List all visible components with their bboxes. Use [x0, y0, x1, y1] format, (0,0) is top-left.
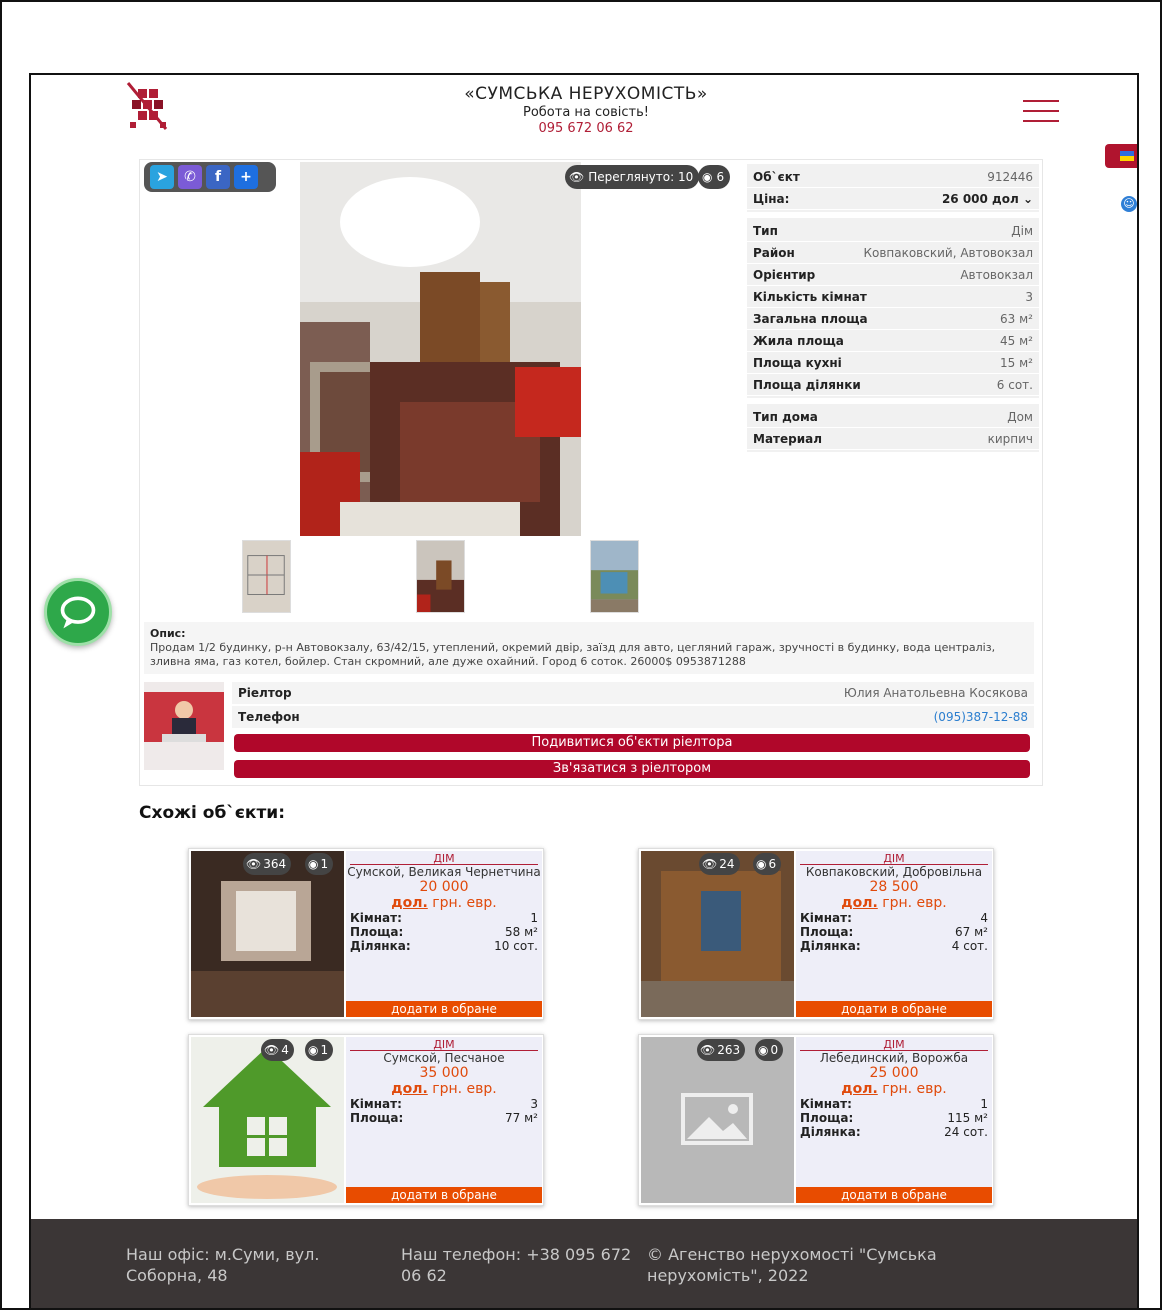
footer-office: Наш офіс: м.Суми, вул. Соборна, 48	[126, 1245, 320, 1285]
similar-info: ДІМ Лебединский, Ворожба 25 000 дол. грн…	[796, 1037, 992, 1203]
prop-row: Тип Дім	[747, 220, 1039, 242]
photos-counter: ◉ 6	[698, 165, 731, 189]
prop-row: Площа ділянки 6 сот.	[747, 374, 1039, 396]
property-table: Об`єкт 912446 Ціна: 26 000 дол ⌄ Тип Дім Ра…	[747, 164, 1039, 458]
prop-row: Об`єкт 912446	[747, 166, 1039, 188]
views-counter: 👁 263	[697, 1039, 746, 1061]
site-footer: Наш офіс: м.Суми, вул. Соборна, 48 Наш т…	[31, 1219, 1137, 1308]
realtor-phone-row: Телефон (095)387-12-88	[232, 706, 1034, 728]
similar-item[interactable]: 👁 364 ◉ 1 ДІМ Сумской, Великая Чернетчина …	[188, 848, 544, 1020]
add-favorite-button[interactable]: додати в обране	[796, 1187, 992, 1203]
photos-counter: ◉ 1	[305, 853, 334, 875]
realtor-block: Ріелтор Юлия Анатольевна Косякова Телефон…	[144, 682, 1034, 782]
currency-select[interactable]: 26 000 дол ⌄	[942, 192, 1033, 206]
camera-icon: ◉	[308, 1043, 319, 1057]
similar-item[interactable]: 👁 4 ◉ 1 ДІМ Сумской, Песчаное 35 000 дол. …	[188, 1034, 544, 1206]
contact-realtor-button[interactable]: Зв'язатися з ріелтором	[234, 760, 1030, 778]
prop-row: Район Ковпаковский, Автовокзал	[747, 242, 1039, 264]
currency-switch[interactable]: дол. грн. евр.	[796, 895, 992, 911]
price-row[interactable]: Ціна: 26 000 дол ⌄	[747, 188, 1039, 210]
prop-group-details: Тип Дім Район Ковпаковский, Автовокзал Орі…	[747, 218, 1039, 398]
views-counter: 👁 Переглянуто: 10	[565, 165, 700, 189]
currency-switch[interactable]: дол. грн. евр.	[346, 895, 542, 911]
site-page: «СУМСЬКА НЕРУХОМІСТЬ» Робота на совість!…	[29, 73, 1139, 1310]
prop-row: Кількість кімнат 3	[747, 286, 1039, 308]
camera-icon: ◉	[702, 170, 713, 184]
add-favorite-button[interactable]: додати в обране	[796, 1001, 992, 1017]
realtor-phone-link[interactable]: (095)387-12-88	[934, 710, 1028, 724]
similar-info: ДІМ Сумской, Великая Чернетчина 20 000 д…	[346, 851, 542, 1017]
eye-icon: 👁	[702, 857, 718, 871]
similar-photo[interactable]	[191, 1037, 344, 1203]
prop-group-extra: Тип дома Дом Материал кирпич	[747, 404, 1039, 452]
facebook-icon[interactable]: f	[206, 165, 230, 189]
camera-icon: ◉	[308, 857, 319, 871]
main-photo[interactable]	[300, 162, 581, 536]
menu-icon[interactable]	[1023, 100, 1059, 122]
realtor-objects-button[interactable]: Подивитися об'єкти ріелтора	[234, 734, 1030, 752]
similar-item[interactable]: 👁 263 ◉ 0 ДІМ Лебединский, Ворожба 25 000 …	[638, 1034, 994, 1206]
camera-icon: ◉	[758, 1043, 769, 1057]
prop-row: Тип дома Дом	[747, 406, 1039, 428]
description: Опис: Продам 1/2 будинку, р-н Автовокзалу…	[144, 622, 1034, 674]
similar-item[interactable]: 👁 24 ◉ 6 ДІМ Ковпаковский, Добровільна 28 …	[638, 848, 994, 1020]
realtor-name-row: Ріелтор Юлия Анатольевна Косякова	[232, 682, 1034, 704]
similar-heading: Схожі об`єкти:	[139, 803, 286, 823]
realtor-avatar	[144, 682, 224, 770]
listing-card: ➤ ✆ f + 👁 Переглянуто: 10 ◉ 6 Об`єкт 912446…	[139, 159, 1043, 786]
views-counter: 👁 364	[243, 853, 292, 875]
eye-icon: 👁	[264, 1043, 280, 1057]
share-more-icon[interactable]: +	[234, 165, 258, 189]
currency-switch[interactable]: дол. грн. евр.	[346, 1081, 542, 1097]
views-counter: 👁 24	[699, 853, 740, 875]
footer-copyright: © Агенство нерухомості "Сумська нерухомі…	[647, 1245, 937, 1285]
similar-info: ДІМ Ковпаковский, Добровільна 28 500 дол…	[796, 851, 992, 1017]
prop-row: Материал кирпич	[747, 428, 1039, 450]
add-favorite-button[interactable]: додати в обране	[346, 1001, 542, 1017]
similar-photo[interactable]	[641, 851, 794, 1017]
site-title[interactable]: «СУМСЬКА НЕРУХОМІСТЬ»	[31, 84, 1137, 104]
thumbnail-house[interactable]	[590, 540, 639, 613]
prop-group-main: Об`єкт 912446 Ціна: 26 000 дол ⌄	[747, 164, 1039, 212]
telegram-icon[interactable]: ➤	[150, 165, 174, 189]
footer-phone[interactable]: Наш телефон: +38 095 672 06 62	[401, 1244, 641, 1286]
photos-counter: ◉ 1	[305, 1039, 334, 1061]
similar-photo[interactable]	[191, 851, 344, 1017]
header-phone[interactable]: 095 672 06 62	[31, 121, 1137, 136]
currency-switch[interactable]: дол. грн. евр.	[796, 1081, 992, 1097]
prop-row: Загальна площа 63 м²	[747, 308, 1039, 330]
site-slogan: Робота на совість!	[522, 105, 649, 120]
prop-row: Орієнтир Автовокзал	[747, 264, 1039, 286]
ukraine-flag-icon[interactable]	[1105, 144, 1137, 168]
add-favorite-button[interactable]: додати в обране	[346, 1187, 542, 1203]
thumbnail-room[interactable]	[416, 540, 465, 613]
similar-info: ДІМ Сумской, Песчаное 35 000 дол. грн. е…	[346, 1037, 542, 1203]
chat-icon[interactable]	[44, 578, 112, 646]
eye-icon: 👁	[246, 857, 262, 871]
no-photo-icon[interactable]	[641, 1037, 794, 1203]
eye-icon: 👁	[569, 170, 585, 184]
prop-row: Жила площа 45 м²	[747, 330, 1039, 352]
photos-counter: ◉ 0	[755, 1039, 784, 1061]
eye-icon: 👁	[700, 1043, 716, 1057]
views-counter: 👁 4	[261, 1039, 294, 1061]
accessibility-icon[interactable]: ☺	[1121, 196, 1137, 212]
share-bar: ➤ ✆ f +	[144, 162, 276, 192]
viber-icon[interactable]: ✆	[178, 165, 202, 189]
photos-counter: ◉ 6	[753, 853, 782, 875]
prop-row: Площа кухні 15 м²	[747, 352, 1039, 374]
thumbnail-plan[interactable]	[242, 540, 291, 613]
camera-icon: ◉	[756, 857, 767, 871]
browser-frame: «СУМСЬКА НЕРУХОМІСТЬ» Робота на совість!…	[0, 0, 1162, 1310]
